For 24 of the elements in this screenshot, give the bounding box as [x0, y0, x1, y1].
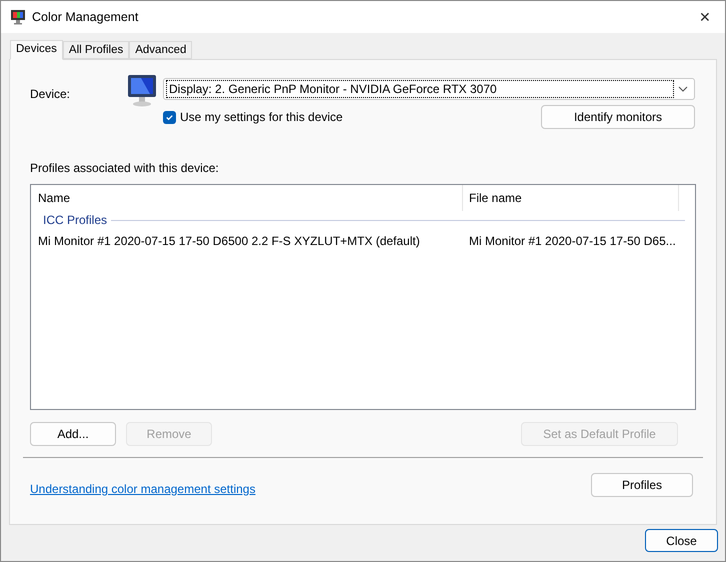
profile-name[interactable]: Mi Monitor #1 2020-07-15 17-50 D6500 2.2 F-S XYZLUT+MTX (default)	[31, 232, 463, 250]
tab[interactable]: Devices	[10, 40, 63, 60]
device-dropdown[interactable]: Display: 2. Generic PnP Monitor - NVIDIA GeForce RTX 3070	[163, 78, 695, 100]
dialog-button[interactable]: Profiles	[591, 473, 693, 497]
tab[interactable]: Advanced	[129, 41, 192, 59]
group-header: ICC Profiles	[43, 212, 108, 229]
checkmark-icon	[165, 112, 174, 122]
checkbox[interactable]	[163, 110, 176, 124]
dialog-button[interactable]: Add...	[30, 422, 116, 446]
profiles-label: Profiles associated with this device:	[30, 160, 220, 177]
dialog-button[interactable]: Identify monitors	[541, 105, 695, 129]
monitor-icon	[10, 9, 26, 25]
window-title: Color Management	[32, 8, 138, 26]
checkbox-label: Use my settings for this device	[180, 109, 343, 126]
device-label: Device:	[30, 86, 72, 103]
profile-file: Mi Monitor #1 2020-07-15 17-50 D65...	[468, 233, 677, 250]
chevron-down-icon	[678, 86, 688, 92]
monitor-icon	[126, 73, 158, 107]
tab[interactable]: All Profiles	[62, 41, 130, 59]
column-header[interactable]: Name	[31, 185, 463, 211]
help-link[interactable]: Understanding color management settings	[30, 480, 256, 498]
column-header[interactable]: File name	[463, 185, 679, 211]
close-button[interactable]: Close	[645, 529, 718, 552]
device-value: Display: 2. Generic PnP Monitor - NVIDIA GeForce RTX 3070	[166, 80, 674, 98]
